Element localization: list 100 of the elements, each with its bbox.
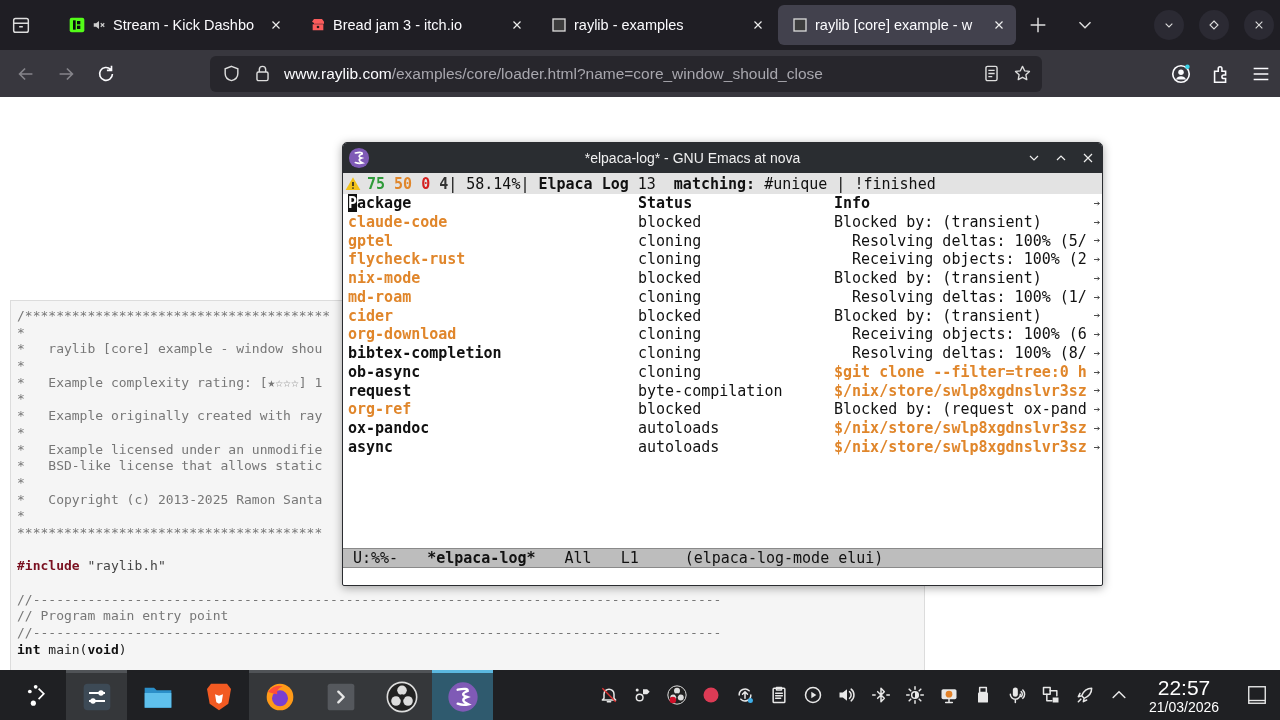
- package-status: autoloads: [638, 437, 721, 457]
- package-status: cloning: [638, 250, 703, 269]
- code-line: * Example complexity rating: [★☆☆☆] 1: [17, 374, 323, 392]
- buffer-state: U:%%-: [353, 549, 399, 567]
- aperture-icon: [385, 680, 418, 713]
- code-line: //----------------------------------------------------------------------------------------: [17, 591, 722, 609]
- code-line: * BSD-like license that allows static: [17, 458, 323, 475]
- package-info: Blocked by: (transient): [834, 306, 1043, 326]
- taskbar-app[interactable]: [432, 670, 493, 720]
- status-count: 75: [367, 174, 386, 193]
- record-icon[interactable]: [701, 685, 721, 705]
- browser-tab[interactable]: Bread jam 3 - itch.io: [296, 5, 534, 45]
- bell-off-icon[interactable]: [599, 685, 619, 705]
- show-desktop-icon[interactable]: [1246, 684, 1268, 706]
- taskbar-app[interactable]: [371, 670, 432, 720]
- code-line: * Example licensed under an unmodifie: [17, 441, 323, 459]
- favicon-icon: [310, 17, 326, 33]
- window-title: *elpaca-log* - GNU Emacs at nova: [583, 150, 802, 166]
- package-info: Resolving deltas: 100% (8/: [851, 344, 1088, 363]
- clipboard-icon[interactable]: [769, 685, 789, 705]
- package-info: Resolving deltas: 100% (1/: [851, 287, 1088, 307]
- column-header[interactable]: Status: [638, 194, 834, 213]
- rocket-icon[interactable]: [1075, 685, 1095, 705]
- package-name[interactable]: request: [348, 381, 638, 401]
- browser-tab[interactable]: raylib [core] example - w: [778, 5, 1016, 45]
- muted-speaker-icon[interactable]: [92, 18, 106, 32]
- package-name[interactable]: bibtex-completion: [348, 344, 638, 363]
- code-line: *: [17, 391, 25, 409]
- column-header[interactable]: Info: [834, 194, 1094, 213]
- url-text: www.raylib.com/examples/core/loader.html?name=core_window_should_close: [284, 64, 823, 83]
- favicon-icon: [551, 17, 567, 33]
- brightness-icon[interactable]: [905, 685, 925, 705]
- buffer-name: *elpaca-log*: [427, 549, 536, 567]
- filter-label: matching:: [673, 174, 756, 193]
- code-line: /***************************************: [17, 308, 331, 325]
- package-info: Resolving deltas: 100% (5/: [851, 231, 1088, 251]
- log-count: 13: [637, 174, 656, 193]
- clock-time[interactable]: 22:57: [1157, 676, 1211, 698]
- major-mode: (elpaca-log-mode elui): [684, 549, 884, 567]
- shield-icon[interactable]: [222, 64, 241, 83]
- package-status: autoloads: [638, 419, 721, 438]
- package-status: blocked: [638, 306, 703, 326]
- package-name[interactable]: ob-async: [348, 362, 638, 382]
- reader-view-icon[interactable]: [982, 64, 1001, 83]
- microphone-icon[interactable]: [1007, 685, 1027, 705]
- status-count: 50: [394, 174, 413, 193]
- code-line: *: [17, 324, 25, 342]
- package-info: Blocked by: (transient): [834, 212, 1043, 232]
- code-line: ***************************************: [17, 524, 323, 542]
- favicon-icon: [792, 17, 808, 33]
- play-icon[interactable]: [803, 685, 823, 705]
- status-count: 4: [439, 174, 449, 193]
- package-info: $git clone --filter=tree:0 h: [834, 362, 1088, 382]
- lock-icon[interactable]: [253, 64, 272, 83]
- package-status: cloning: [638, 325, 703, 344]
- code-line: // Program main entry point: [17, 608, 229, 626]
- close-button[interactable]: [1244, 10, 1274, 40]
- package-name[interactable]: ox-pandoc: [348, 419, 638, 438]
- warning-icon: [345, 175, 361, 192]
- package-info: $/nix/store/swlp8xgdnslvr3sz: [834, 419, 1088, 438]
- package-status: blocked: [638, 212, 703, 232]
- browser-tab[interactable]: Stream - Kick Dashbo: [55, 5, 293, 45]
- browser-tab[interactable]: raylib - examples: [537, 5, 775, 45]
- buffer-position: All: [564, 549, 592, 567]
- taskbar-app[interactable]: [249, 670, 310, 720]
- code-line: *: [17, 358, 25, 375]
- package-status: byte-compilation: [638, 381, 784, 401]
- code-line: * raylib [core] example - window shou: [17, 341, 323, 359]
- code-line: *: [17, 474, 25, 492]
- favicon-icon: [69, 17, 85, 33]
- network-icon[interactable]: [1041, 685, 1061, 705]
- package-status: cloning: [638, 362, 703, 382]
- maximize-button[interactable]: [1199, 10, 1229, 40]
- update-icon[interactable]: [735, 685, 755, 705]
- code-line: *: [17, 424, 25, 442]
- bluetooth-icon[interactable]: [871, 685, 891, 705]
- package-status: cloning: [638, 231, 703, 251]
- account-icon[interactable]: [1170, 62, 1192, 85]
- package-info: Receiving objects: 100% (6: [851, 325, 1088, 344]
- code-line: * Copyright (c) 2013-2025 Ramon Santa: [17, 491, 323, 509]
- star-icon[interactable]: [1013, 64, 1032, 83]
- package-name[interactable]: async: [348, 437, 638, 457]
- code-line: int main(void): [17, 641, 127, 659]
- status-count: 0: [421, 174, 431, 193]
- swirl-logo-icon: [446, 680, 479, 713]
- package-info: $/nix/store/swlp8xgdnslvr3sz: [834, 381, 1088, 401]
- code-line: *: [17, 508, 25, 525]
- code-line: //----------------------------------------------------------------------------------------: [17, 625, 722, 642]
- taskbar-app[interactable]: [66, 670, 127, 720]
- package-status: cloning: [638, 287, 703, 307]
- package-info: Receiving objects: 100% (2: [851, 250, 1088, 269]
- package-status: cloning: [638, 344, 703, 363]
- package-info: $/nix/store/swlp8xgdnslvr3sz: [834, 437, 1088, 457]
- aperture-icon[interactable]: [667, 685, 687, 705]
- code-line: * Example originally created with ray: [17, 408, 323, 425]
- package-info: Blocked by: (transient): [834, 269, 1043, 288]
- line-number: L1: [620, 549, 639, 567]
- address-bar[interactable]: www.raylib.com/examples/core/loader.html?name=core_window_should_close: [210, 55, 1042, 92]
- filter-text: #unique | !finished: [764, 174, 936, 193]
- clock-date[interactable]: 21/03/2026: [1148, 699, 1220, 714]
